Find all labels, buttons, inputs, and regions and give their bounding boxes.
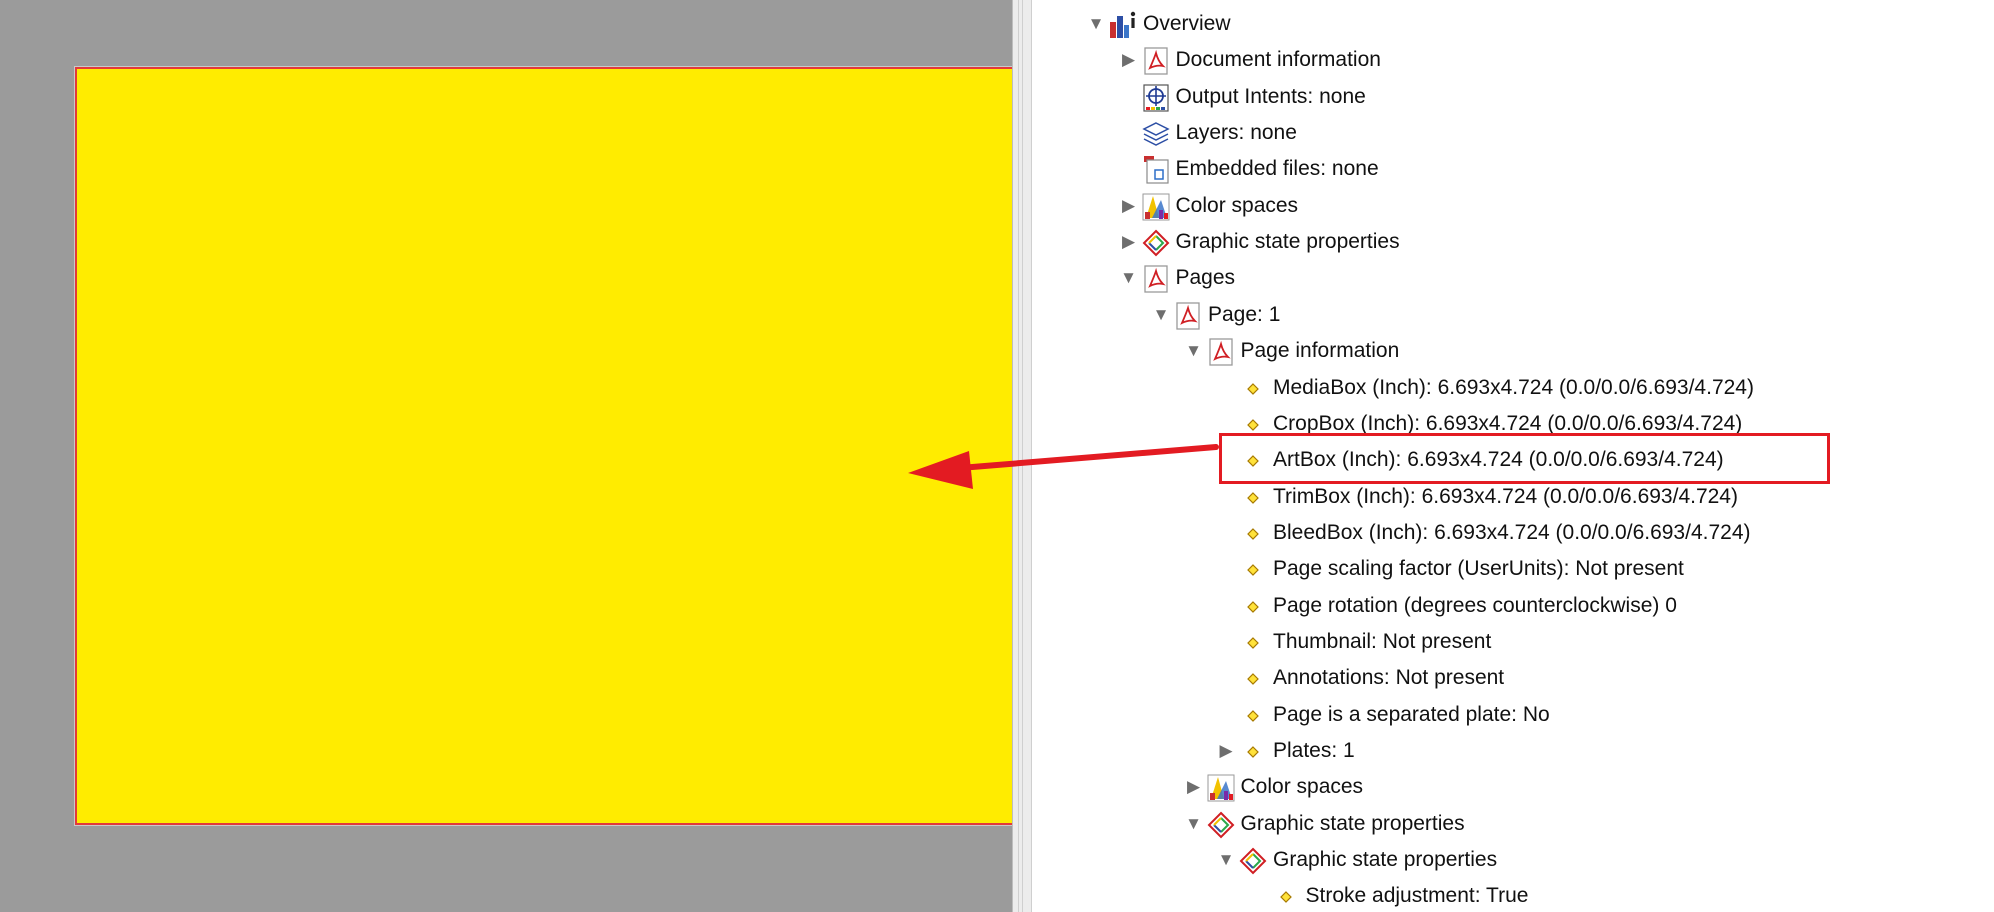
- collapse-triangle-icon[interactable]: ▼: [1087, 15, 1105, 33]
- tree-row[interactable]: Page rotation (degrees counterclockwise)…: [1032, 588, 1994, 624]
- tree-row-label: Thumbnail: Not present: [1273, 629, 1492, 653]
- tree-row[interactable]: Annotations: Not present: [1032, 660, 1994, 696]
- tree-row-label: Page: 1: [1208, 302, 1281, 326]
- tree-row-label: Output Intents: none: [1175, 84, 1366, 108]
- tree-row-label: MediaBox (Inch): 6.693x4.724 (0.0/0.0/6.…: [1273, 375, 1754, 399]
- pdf-document-icon: [1141, 264, 1171, 294]
- clipped-row-above: [1032, 0, 1994, 3]
- tree-row-label: Overview: [1143, 12, 1231, 35]
- pdf-page-preview: [75, 67, 1012, 825]
- graphic-state-diamond-icon: [1141, 228, 1171, 258]
- tree-row[interactable]: ▼ Graphic state properties: [1032, 842, 1994, 878]
- property-diamond-icon: [1238, 592, 1268, 622]
- tree-row[interactable]: Stroke adjustment: True: [1032, 878, 1994, 912]
- collapse-triangle-icon[interactable]: ▼: [1217, 851, 1235, 869]
- properties-tree[interactable]: ▼ Overview ▶ Document information Output Int…: [1032, 0, 1994, 912]
- tree-row[interactable]: TrimBox (Inch): 6.693x4.724 (0.0/0.0/6.6…: [1032, 479, 1994, 515]
- expand-triangle-icon[interactable]: ▶: [1120, 196, 1138, 215]
- tree-row-label: Document information: [1175, 48, 1381, 72]
- tree-row-label: Pages: [1175, 266, 1236, 290]
- tree-row-label: Graphic state properties: [1273, 848, 1498, 872]
- property-diamond-icon: [1238, 519, 1268, 549]
- tree-row[interactable]: ▼ Page: 1: [1032, 297, 1994, 333]
- property-diamond-icon: [1271, 882, 1301, 912]
- tree-row[interactable]: ▶ Color spaces: [1032, 188, 1994, 224]
- tree-row-label: Graphic state properties: [1175, 230, 1400, 254]
- tree-row[interactable]: ▶ Color spaces: [1032, 769, 1994, 805]
- tree-row[interactable]: Page is a separated plate: No: [1032, 697, 1994, 733]
- tree-row[interactable]: CropBox (Inch): 6.693x4.724 (0.0/0.0/6.6…: [1032, 406, 1994, 442]
- property-diamond-icon: [1238, 446, 1268, 476]
- tree-row[interactable]: Layers: none: [1032, 115, 1994, 151]
- tree-row-label: Graphic state properties: [1240, 811, 1465, 835]
- tree-row-label: Plates: 1: [1273, 739, 1355, 762]
- pdf-document-icon: [1173, 301, 1203, 331]
- tree-row-label: Page rotation (degrees counterclockwise)…: [1273, 593, 1677, 617]
- tree-row-label: Annotations: Not present: [1273, 666, 1505, 690]
- tree-row[interactable]: ▶ Document information: [1032, 42, 1994, 78]
- expand-triangle-icon[interactable]: ▶: [1185, 778, 1203, 796]
- property-diamond-icon: [1238, 410, 1268, 440]
- tree-row-label: Page information: [1240, 339, 1400, 363]
- output-intent-target-icon: [1141, 83, 1171, 113]
- property-diamond-icon: [1238, 555, 1268, 585]
- color-spaces-icon: [1141, 192, 1171, 222]
- property-diamond-icon: [1238, 374, 1268, 404]
- tree-row-label: BleedBox (Inch): 6.693x4.724 (0.0/0.0/6.…: [1273, 520, 1751, 544]
- overview-chart-icon: [1108, 10, 1138, 40]
- tree-row[interactable]: BleedBox (Inch): 6.693x4.724 (0.0/0.0/6.…: [1032, 515, 1994, 551]
- collapse-triangle-icon[interactable]: ▼: [1185, 814, 1203, 833]
- expand-triangle-icon[interactable]: ▶: [1120, 233, 1138, 251]
- tree-row-label: Color spaces: [1175, 193, 1299, 217]
- expand-triangle-icon[interactable]: ▶: [1217, 742, 1235, 760]
- splitter-grip[interactable]: [1018, 0, 1023, 912]
- tree-row[interactable]: ▼ Pages: [1032, 260, 1994, 296]
- property-diamond-icon: [1238, 483, 1268, 513]
- tree-row[interactable]: Thumbnail: Not present: [1032, 624, 1994, 660]
- graphic-state-diamond-icon: [1206, 810, 1236, 840]
- embedded-file-icon: [1141, 155, 1171, 185]
- tree-row-label: Layers: none: [1175, 121, 1297, 145]
- tree-row-label: CropBox (Inch): 6.693x4.724 (0.0/0.0/6.6…: [1273, 411, 1743, 435]
- tree-row[interactable]: ▶ Graphic state properties: [1032, 224, 1994, 260]
- tree-row-label: Page is a separated plate: No: [1273, 702, 1550, 726]
- tree-row[interactable]: ▼ Graphic state properties: [1032, 806, 1994, 842]
- pdf-document-icon: [1206, 337, 1236, 367]
- property-diamond-icon: [1238, 701, 1268, 731]
- tree-row-label: Stroke adjustment: True: [1305, 884, 1529, 908]
- layers-stack-icon: [1141, 119, 1171, 149]
- pdf-document-icon: [1141, 46, 1171, 76]
- tree-row[interactable]: Output Intents: none: [1032, 79, 1994, 115]
- tree-row[interactable]: ArtBox (Inch): 6.693x4.724 (0.0/0.0/6.69…: [1032, 442, 1994, 478]
- graphic-state-diamond-icon: [1238, 846, 1268, 876]
- tree-row-label: ArtBox (Inch): 6.693x4.724 (0.0/0.0/6.69…: [1273, 448, 1724, 472]
- collapse-triangle-icon[interactable]: ▼: [1120, 269, 1138, 287]
- tree-row-label: Color spaces: [1240, 775, 1364, 799]
- tree-row-label: TrimBox (Inch): 6.693x4.724 (0.0/0.0/6.6…: [1273, 484, 1738, 508]
- tree-row[interactable]: ▼ Page information: [1032, 333, 1994, 369]
- tree-row[interactable]: ▶ Plates: 1: [1032, 733, 1994, 769]
- page-preview-pane: [0, 0, 1012, 912]
- tree-row[interactable]: Embedded files: none: [1032, 151, 1994, 187]
- tree-row[interactable]: Page scaling factor (UserUnits): Not pre…: [1032, 551, 1994, 587]
- tree-row[interactable]: ▼ Overview: [1032, 6, 1994, 42]
- tree-row-label: Page scaling factor (UserUnits): Not pre…: [1273, 557, 1684, 581]
- collapse-triangle-icon[interactable]: ▼: [1152, 305, 1170, 324]
- property-diamond-icon: [1238, 628, 1268, 658]
- property-diamond-icon: [1238, 664, 1268, 694]
- property-diamond-icon: [1238, 737, 1268, 767]
- color-spaces-icon: [1206, 773, 1236, 803]
- collapse-triangle-icon[interactable]: ▼: [1185, 342, 1203, 360]
- expand-triangle-icon[interactable]: ▶: [1120, 51, 1138, 69]
- pane-splitter[interactable]: [1012, 0, 1032, 912]
- tree-row-label: Embedded files: none: [1175, 157, 1379, 181]
- tree-row[interactable]: MediaBox (Inch): 6.693x4.724 (0.0/0.0/6.…: [1032, 370, 1994, 406]
